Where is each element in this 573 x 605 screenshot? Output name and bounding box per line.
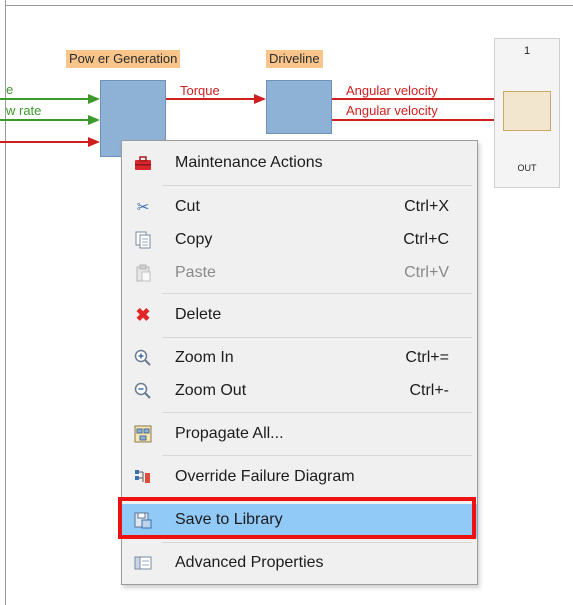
menu-separator xyxy=(162,542,472,543)
signal-label-angular-velocity-2: Angular velocity xyxy=(346,103,438,118)
menu-item-shortcut: Ctrl+X xyxy=(404,198,449,215)
annotation-highlight-box xyxy=(118,497,476,539)
menu-item-cut[interactable]: ✂ Cut Ctrl+X xyxy=(122,191,477,223)
override-diagram-icon xyxy=(134,468,152,486)
menu-separator xyxy=(162,185,472,186)
scissors-icon: ✂ xyxy=(136,199,150,216)
menu-item-label: Cut xyxy=(175,198,200,215)
properties-icon xyxy=(134,554,152,572)
menu-item-label: Maintenance Actions xyxy=(175,154,323,171)
menu-item-copy[interactable]: Copy Ctrl+C xyxy=(122,224,477,256)
signal-label-input-2: w rate xyxy=(6,103,42,118)
outport-number: 1 xyxy=(523,45,531,57)
menu-separator xyxy=(162,455,472,456)
outport-block[interactable]: 1 OUT xyxy=(494,38,560,188)
menu-item-label: Override Failure Diagram xyxy=(175,468,355,485)
toolbox-icon xyxy=(134,154,152,172)
outport-port-shape xyxy=(503,91,551,131)
copy-icon xyxy=(134,231,152,249)
menu-item-override-failure-diagram[interactable]: Override Failure Diagram xyxy=(122,461,477,493)
menu-item-propagate-all[interactable]: Propagate All... xyxy=(122,418,477,450)
menu-item-delete[interactable]: ✖ Delete xyxy=(122,299,477,331)
menu-item-label: Propagate All... xyxy=(175,425,284,442)
power-generation-label: Pow er Generation xyxy=(66,50,181,68)
menu-item-zoom-out[interactable]: Zoom Out Ctrl+- xyxy=(122,375,477,407)
menu-item-maintenance-actions[interactable]: Maintenance Actions xyxy=(122,147,477,179)
menu-item-advanced-properties[interactable]: Advanced Properties xyxy=(122,547,477,579)
signal-label-torque: Torque xyxy=(180,83,220,98)
menu-item-paste[interactable]: Paste Ctrl+V xyxy=(122,257,477,289)
menu-item-label: Delete xyxy=(175,306,222,323)
signal-label-angular-velocity-1: Angular velocity xyxy=(346,83,438,98)
menu-separator xyxy=(162,412,472,413)
paste-icon xyxy=(134,264,152,282)
menu-item-zoom-in[interactable]: Zoom In Ctrl+= xyxy=(122,342,477,374)
menu-item-shortcut: Ctrl+C xyxy=(403,231,449,248)
propagate-icon xyxy=(134,425,152,443)
menu-item-shortcut: Ctrl+- xyxy=(409,382,449,399)
menu-item-label: Paste xyxy=(175,264,216,281)
driveline-block[interactable] xyxy=(266,80,332,134)
driveline-label: Driveline xyxy=(266,50,323,68)
menu-separator xyxy=(162,337,472,338)
menu-item-label: Copy xyxy=(175,231,213,248)
delete-x-icon: ✖ xyxy=(135,304,151,325)
menu-item-shortcut: Ctrl+= xyxy=(405,349,449,366)
menu-item-label: Zoom Out xyxy=(175,382,247,399)
menu-item-label: Advanced Properties xyxy=(175,554,324,571)
menu-item-label: Zoom In xyxy=(175,349,234,366)
outport-name: OUT xyxy=(517,163,537,173)
menu-item-shortcut: Ctrl+V xyxy=(404,264,449,281)
signal-label-input-1: e xyxy=(6,82,14,97)
menu-separator xyxy=(162,293,472,294)
zoom-in-icon xyxy=(134,349,152,367)
zoom-out-icon xyxy=(134,382,152,400)
